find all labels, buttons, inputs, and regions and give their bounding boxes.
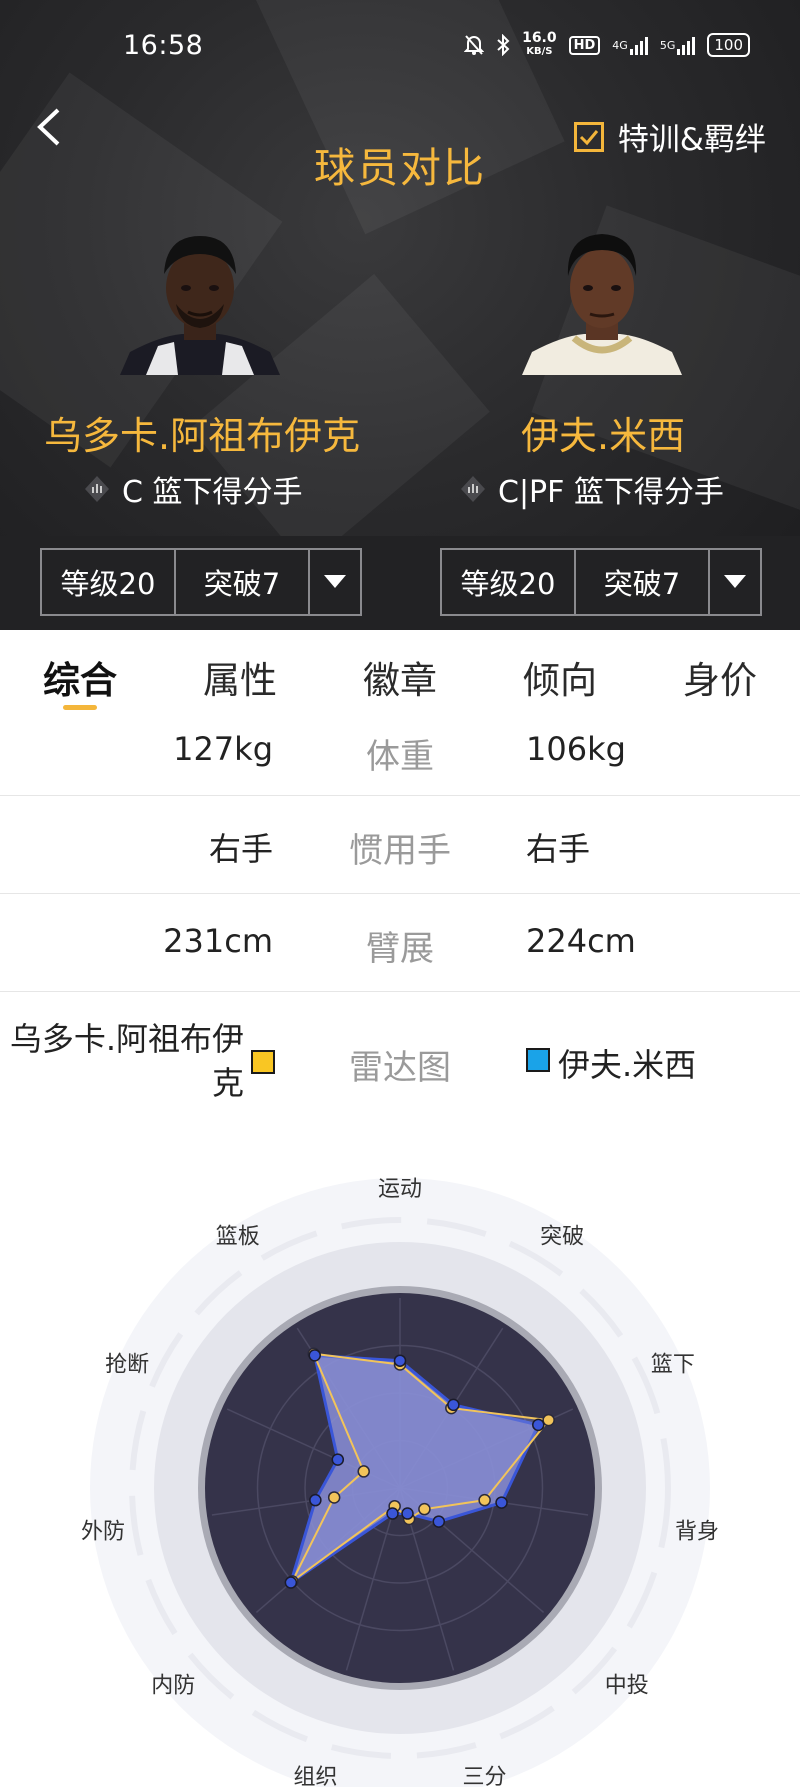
radar-point-yellow <box>418 1502 431 1516</box>
checkbox-checked-icon[interactable] <box>573 121 604 152</box>
player2-level[interactable]: 等级20 <box>442 550 576 614</box>
row-label: 体重 <box>366 737 434 777</box>
player2-position: C|PF 篮下得分手 <box>460 467 724 511</box>
status-bar: 16:58 16.0 KB/S HD 4G 5G 100 <box>0 0 800 92</box>
player2-avatar <box>522 230 682 375</box>
tab-badges-label: 徽章 <box>363 659 437 702</box>
net-speed-unit: KB/S <box>526 46 553 57</box>
row-label: 惯用手 <box>349 831 451 871</box>
status-time: 16:58 <box>123 30 204 61</box>
triangle-down-icon <box>724 575 746 588</box>
radar-axis-label: 运动 <box>378 1177 422 1202</box>
player2-level-dropdown[interactable] <box>710 550 760 614</box>
radar-axis-label: 背身 <box>675 1520 719 1545</box>
player2-position-text: C|PF 篮下得分手 <box>498 475 724 510</box>
radar-point-blue <box>447 1398 460 1412</box>
radar-axis-label: 中投 <box>605 1673 649 1698</box>
tab-attributes[interactable]: 属性 <box>160 630 320 712</box>
radar-chart: 运动突破篮下背身中投三分 组织 内防 外防 抢断 篮板 <box>81 1177 719 1787</box>
radar-point-blue <box>331 1453 345 1466</box>
tab-tendencies-label: 倾向 <box>523 659 597 702</box>
radar-axis-label: 组织 <box>293 1765 337 1787</box>
radar-axis-label: 篮板 <box>216 1225 260 1250</box>
net-4g-label: 4G <box>612 38 628 52</box>
player1-position-text: C 篮下得分手 <box>122 475 303 510</box>
active-tab-indicator <box>63 705 97 710</box>
radar-point-yellow <box>542 1413 555 1427</box>
triangle-down-icon <box>324 575 346 588</box>
player2-breakthrough[interactable]: 突破7 <box>576 550 710 614</box>
compare-row-handedness: 右手 惯用手 右手 <box>0 796 800 894</box>
right-value: 224cm <box>526 922 636 960</box>
radar-axis-label: 外防 <box>81 1520 125 1545</box>
radar-point-blue <box>532 1418 545 1432</box>
tab-badges[interactable]: 徽章 <box>320 630 480 712</box>
signal-4g-icon: 4G <box>612 35 648 55</box>
tab-overview-label: 综合 <box>43 659 117 702</box>
net-5g-label: 5G <box>659 38 676 52</box>
tab-attributes-label: 属性 <box>203 659 277 702</box>
radar-point-blue <box>393 1354 407 1367</box>
compare-row-wingspan: 231cm 臂展 224cm <box>0 894 800 992</box>
legend-right-swatch <box>526 1048 550 1072</box>
radar-point-yellow <box>327 1491 341 1504</box>
player1-breakthrough[interactable]: 突破7 <box>176 550 310 614</box>
bluetooth-icon <box>496 34 510 56</box>
player1-position: C 篮下得分手 <box>84 467 302 511</box>
tab-tendencies[interactable]: 倾向 <box>480 630 640 712</box>
status-icons: 16.0 KB/S HD 4G 5G 100 <box>464 30 750 58</box>
tab-bar: 综合 属性 徽章 倾向 身价 <box>0 630 800 712</box>
training-bond-toggle[interactable]: 特训&羁绊 <box>573 114 766 159</box>
radar-point-blue <box>386 1507 399 1520</box>
radar-axis-label: 内防 <box>151 1673 195 1698</box>
player2-name: 伊夫.米西 <box>521 414 686 458</box>
net-speed: 16.0 KB/S <box>522 30 557 58</box>
net-speed-value: 16.0 <box>522 30 557 46</box>
tab-overview[interactable]: 综合 <box>0 630 160 712</box>
radar-axis-label: 三分 <box>463 1765 507 1787</box>
player1-level-dropdown[interactable] <box>310 550 360 614</box>
signal-5g-icon: 5G <box>660 35 696 55</box>
radar-point-blue <box>432 1515 446 1528</box>
radar-axis-label: 抢断 <box>105 1352 149 1377</box>
radar-point-blue <box>309 1493 322 1507</box>
battery-icon: 100 <box>707 33 750 57</box>
hd-icon: HD <box>568 35 601 55</box>
radar-axis-label: 篮下 <box>651 1352 695 1377</box>
compare-row-weight: 127kg 体重 106kg <box>0 712 800 796</box>
radar-axis-label: 突破 <box>540 1225 584 1250</box>
right-value: 右手 <box>526 830 591 868</box>
tab-value[interactable]: 身价 <box>640 630 800 712</box>
player2-level-selector[interactable]: 等级20 突破7 <box>440 548 762 616</box>
right-value: 106kg <box>526 730 626 768</box>
radar-point-blue <box>401 1507 414 1520</box>
mute-bell-icon <box>464 34 485 56</box>
legend-right-name: 伊夫.米西 <box>558 1046 697 1084</box>
player1-level[interactable]: 等级20 <box>42 550 176 614</box>
row-label: 臂展 <box>366 929 434 969</box>
radar-point-yellow <box>357 1465 370 1478</box>
radar-point-yellow <box>478 1493 491 1507</box>
training-bond-label: 特训&羁绊 <box>617 122 766 158</box>
player1-avatar <box>120 230 280 375</box>
player1-level-selector[interactable]: 等级20 突破7 <box>40 548 362 616</box>
position-badge-icon <box>85 476 109 502</box>
tab-value-label: 身价 <box>683 659 757 702</box>
radar-point-blue <box>284 1576 298 1589</box>
player1-name: 乌多卡.阿祖布伊克 <box>44 414 361 458</box>
radar-point-blue <box>495 1496 508 1509</box>
position-badge-icon <box>461 476 485 502</box>
radar-point-blue <box>308 1349 321 1362</box>
